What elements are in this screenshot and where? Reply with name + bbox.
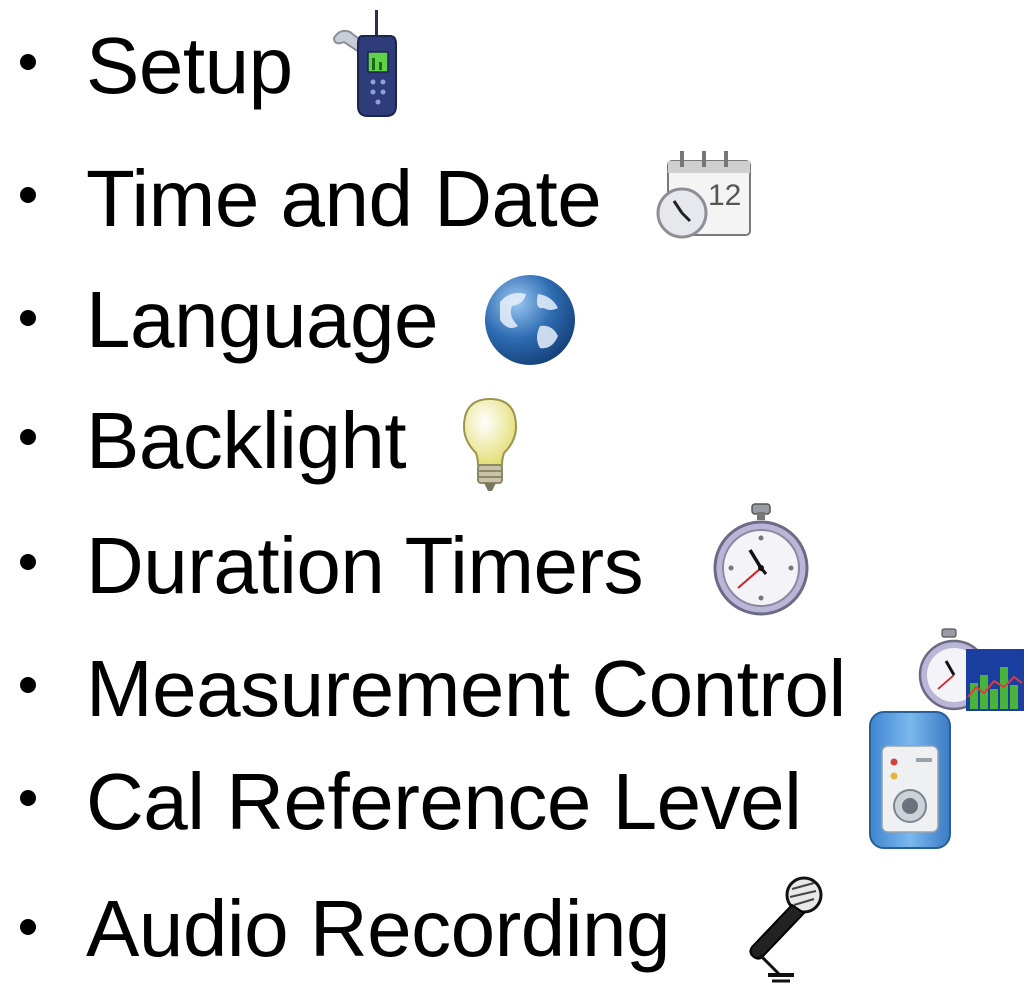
bullet-dot bbox=[20, 677, 36, 693]
item-label: Duration Timers bbox=[86, 521, 644, 610]
list-item-time-and-date: Time and Date 12 bbox=[0, 123, 1028, 246]
bullet-dot bbox=[20, 187, 36, 203]
globe-icon bbox=[480, 272, 580, 368]
list-item-backlight: Backlight bbox=[0, 369, 1028, 492]
bullet-dot bbox=[20, 310, 36, 326]
bullet-dot bbox=[20, 919, 36, 935]
item-label: Backlight bbox=[86, 396, 407, 485]
calendar-clock-icon: 12 bbox=[650, 145, 758, 241]
stopwatch-icon bbox=[704, 502, 818, 618]
bullet-dot bbox=[20, 554, 36, 570]
acoustic-calibrator-icon bbox=[864, 710, 956, 850]
stopwatch-chart-icon bbox=[918, 627, 1026, 717]
bullet-dot bbox=[20, 54, 36, 70]
list-item-cal-reference-level: Cal Reference Level bbox=[0, 711, 1028, 861]
bullet-list: Setup Time and Date 12 Language Backligh… bbox=[0, 0, 1028, 987]
bullet-dot bbox=[20, 429, 36, 445]
item-label: Language bbox=[86, 275, 438, 364]
list-item-duration-timers: Duration Timers bbox=[0, 492, 1028, 618]
bullet-dot bbox=[20, 790, 36, 806]
item-label: Time and Date bbox=[86, 154, 602, 243]
list-item-setup: Setup bbox=[0, 0, 1028, 123]
list-item-audio-recording: Audio Recording bbox=[0, 861, 1028, 984]
light-bulb-icon bbox=[456, 395, 524, 495]
svg-text:12: 12 bbox=[708, 179, 741, 212]
item-label: Cal Reference Level bbox=[86, 757, 802, 846]
list-item-language: Language bbox=[0, 246, 1028, 369]
microphone-icon bbox=[734, 875, 830, 985]
item-label: Setup bbox=[86, 21, 293, 110]
item-label: Audio Recording bbox=[86, 884, 670, 973]
sound-level-meter-with-wrench-icon bbox=[328, 8, 412, 120]
item-label: Measurement Control bbox=[86, 644, 846, 733]
